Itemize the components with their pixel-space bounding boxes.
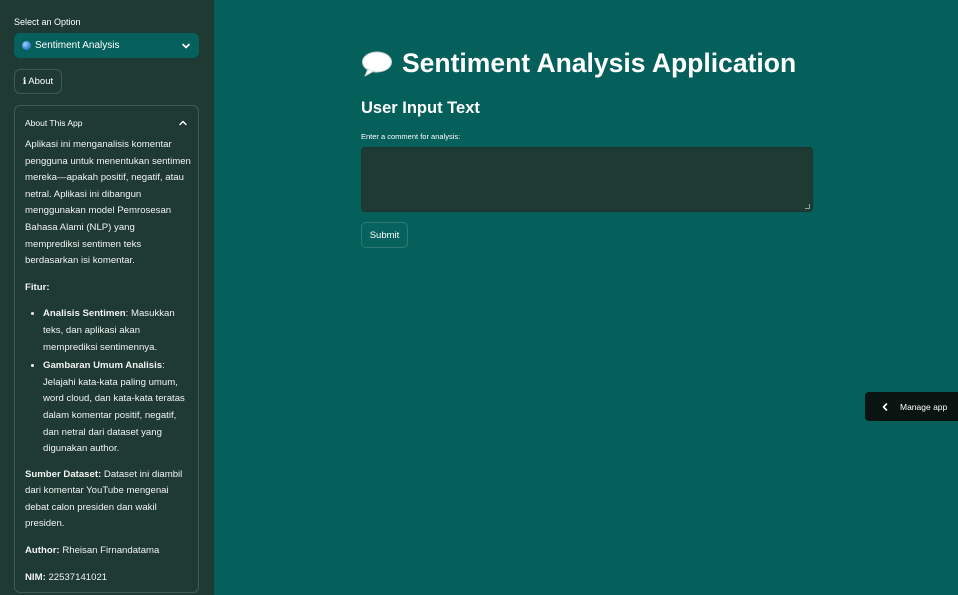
speech-bubble-icon bbox=[362, 51, 392, 76]
comment-input-label: Enter a comment for analysis: bbox=[361, 132, 461, 141]
author-info: Author: Rheisan Firnandatama bbox=[25, 543, 191, 560]
about-button[interactable]: ℹ About bbox=[14, 69, 62, 94]
chevron-up-icon bbox=[179, 120, 187, 126]
resize-handle[interactable] bbox=[805, 204, 810, 209]
feature-desc: Jelajahi kata-kata paling umum, word clo… bbox=[43, 376, 185, 455]
chevron-left-icon bbox=[882, 402, 888, 411]
page-title-text: Sentiment Analysis Application bbox=[402, 48, 797, 78]
dataset-label: Sumber Dataset: bbox=[25, 468, 102, 480]
comment-textarea[interactable] bbox=[361, 147, 813, 212]
nim-label: NIM: bbox=[25, 571, 46, 583]
author-label: Author: bbox=[25, 545, 60, 557]
expander-body: Aplikasi ini menganalisis komentar pengg… bbox=[25, 137, 191, 592]
feature-name: Gambaran Umum Analisis bbox=[43, 360, 163, 372]
nim-info: NIM: 22537141021 bbox=[25, 570, 191, 587]
manage-app-button[interactable]: Manage app bbox=[865, 392, 958, 421]
about-expander: About This App Aplikasi ini menganalisis… bbox=[14, 105, 199, 593]
option-select[interactable]: Sentiment Analysis bbox=[14, 33, 199, 58]
nim-value: 22537141021 bbox=[48, 571, 108, 583]
section-heading: User Input Text bbox=[361, 99, 480, 117]
page-title: Sentiment Analysis Application bbox=[361, 48, 796, 79]
select-label: Select an Option bbox=[14, 17, 81, 27]
chevron-down-icon bbox=[182, 43, 190, 48]
about-button-label: About bbox=[28, 76, 54, 87]
intro-text: Aplikasi ini menganalisis komentar pengg… bbox=[25, 139, 191, 267]
globe-icon bbox=[22, 41, 31, 50]
author-value: Rheisan Firnandatama bbox=[62, 545, 160, 557]
feature-item: Analisis Sentimen: Masukkan teks, dan ap… bbox=[43, 306, 191, 356]
feature-name: Analisis Sentimen bbox=[43, 308, 126, 320]
features-heading: Fitur: bbox=[25, 281, 50, 293]
main-content: Sentiment Analysis Application User Inpu… bbox=[214, 0, 958, 595]
feature-item: Gambaran Umum Analisis: Jelajahi kata-ka… bbox=[43, 358, 191, 458]
sidebar: Select an Option Sentiment Analysis ℹ Ab… bbox=[0, 0, 214, 595]
dataset-info: Sumber Dataset: Dataset ini diambil dari… bbox=[25, 467, 191, 533]
info-icon: ℹ bbox=[22, 76, 27, 86]
expander-header[interactable]: About This App bbox=[25, 116, 188, 130]
select-value: Sentiment Analysis bbox=[35, 40, 120, 51]
expander-title: About This App bbox=[25, 118, 83, 128]
manage-app-label: Manage app bbox=[900, 401, 948, 412]
features-list: Analisis Sentimen: Masukkan teks, dan ap… bbox=[25, 306, 191, 457]
submit-button[interactable]: Submit bbox=[361, 222, 408, 248]
